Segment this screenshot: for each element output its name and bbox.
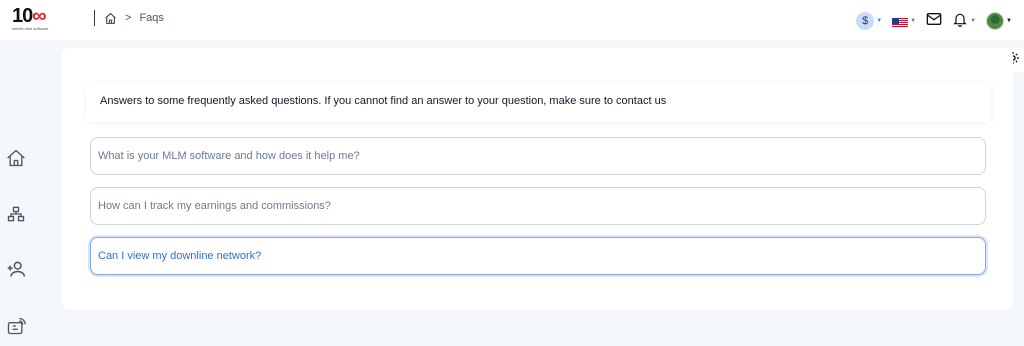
logo[interactable]: 10∞ infinite mlm software (12, 6, 64, 34)
logo-tagline: infinite mlm software (12, 26, 49, 31)
sidebar (0, 40, 34, 346)
currency-selector[interactable]: $ ▼ (856, 12, 882, 30)
breadcrumb-separator: > (125, 12, 132, 24)
chevron-down-icon: ▼ (1006, 18, 1012, 24)
breadcrumb-divider (94, 10, 95, 26)
faq-question-text: What is your MLM software and how does i… (98, 150, 360, 162)
add-user-icon[interactable] (6, 259, 26, 279)
logo-text-main: 10 (12, 5, 33, 27)
chevron-down-icon: ▼ (970, 18, 977, 24)
header-actions: $ ▼ ▼ ▼ ▼ (856, 9, 1012, 33)
faq-question-text: Can I view my downline network? (98, 250, 262, 262)
breadcrumb-current: Faqs (139, 12, 164, 24)
wallet-icon[interactable] (6, 316, 26, 336)
chevron-down-icon: ▼ (910, 18, 917, 24)
avatar (986, 12, 1005, 30)
home-icon[interactable] (104, 12, 117, 25)
notifications-button[interactable]: ▼ (952, 11, 976, 32)
chevron-down-icon: ▼ (876, 18, 883, 24)
faq-question-active[interactable]: Can I view my downline network? (90, 237, 986, 275)
user-menu[interactable]: ▼ (986, 12, 1012, 30)
us-flag-icon (892, 16, 909, 27)
faq-question[interactable]: What is your MLM software and how does i… (90, 137, 986, 175)
faq-intro: Answers to some frequently asked questio… (86, 82, 991, 122)
language-selector[interactable]: ▼ (892, 16, 916, 27)
currency-icon: $ (856, 12, 875, 30)
network-tree-icon[interactable] (6, 204, 26, 224)
breadcrumb: > Faqs (104, 9, 164, 27)
bell-icon (952, 11, 968, 32)
faq-question-text: How can I track my earnings and commissi… (98, 200, 331, 212)
faq-card: Answers to some frequently asked questio… (62, 48, 1013, 310)
top-bar: 10∞ infinite mlm software > Faqs $ ▼ ▼ ▼… (0, 0, 1024, 40)
home-icon[interactable] (6, 148, 26, 168)
logo-text-accent: ∞ (32, 5, 46, 27)
mail-icon[interactable] (926, 12, 942, 31)
faq-question[interactable]: How can I track my earnings and commissi… (90, 187, 986, 225)
